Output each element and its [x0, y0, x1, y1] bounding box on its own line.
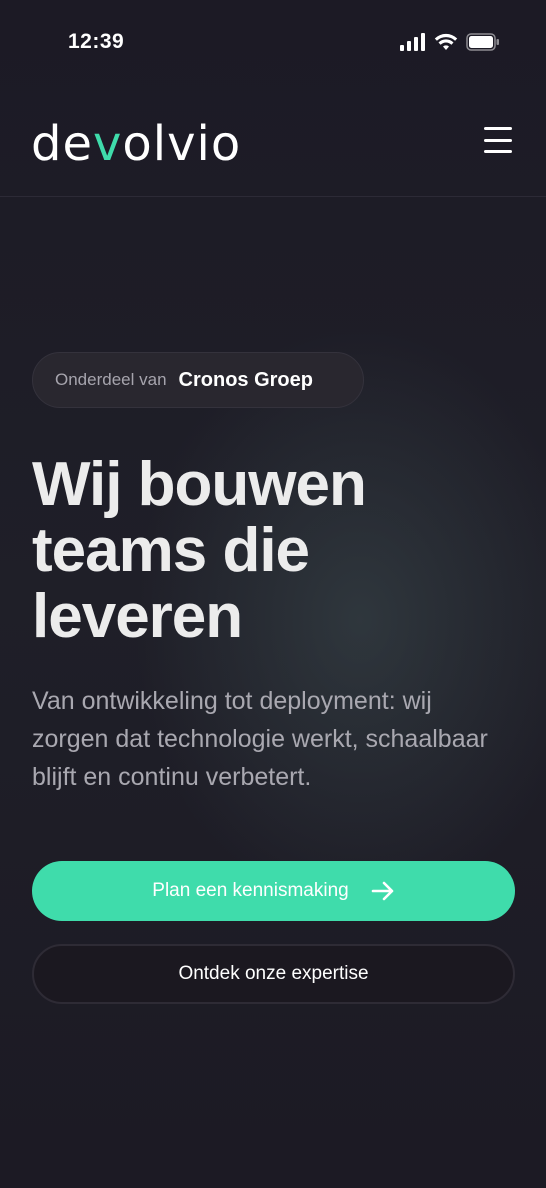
hero-title: Wij bouwen teams die leveren [32, 450, 367, 651]
parent-company-badge: Onderdeel van Cronos Groep [32, 352, 364, 408]
arrow-right-icon [371, 881, 394, 901]
devolvio-logo[interactable]: devolvio [31, 116, 241, 172]
wifi-icon [434, 33, 458, 50]
logo-text-end: olvio [122, 116, 242, 172]
cellular-signal-icon [400, 33, 425, 51]
logo-text-start: de [31, 116, 93, 172]
hero-subtitle: Van ontwikkeling tot deployment: wij zor… [32, 687, 488, 791]
plan-meeting-button[interactable]: Plan een kennismaking [32, 861, 515, 921]
menu-line [484, 150, 512, 153]
badge-prefix: Onderdeel van [55, 370, 167, 389]
hamburger-menu-icon[interactable] [478, 124, 518, 156]
status-icons [400, 33, 500, 51]
discover-expertise-button[interactable]: Ontdek onze expertise [32, 944, 515, 1004]
badge-company-name: Cronos Groep [178, 368, 313, 391]
status-time: 12:39 [68, 30, 125, 53]
site-header: devolvio [0, 86, 546, 197]
logo-accent-letter: v [93, 116, 123, 172]
status-bar: 12:39 [0, 0, 546, 86]
menu-line [484, 127, 512, 130]
plan-meeting-label: Plan een kennismaking [152, 880, 349, 901]
battery-icon [466, 33, 499, 51]
discover-expertise-label: Ontdek onze expertise [178, 963, 369, 984]
menu-line [484, 138, 512, 142]
